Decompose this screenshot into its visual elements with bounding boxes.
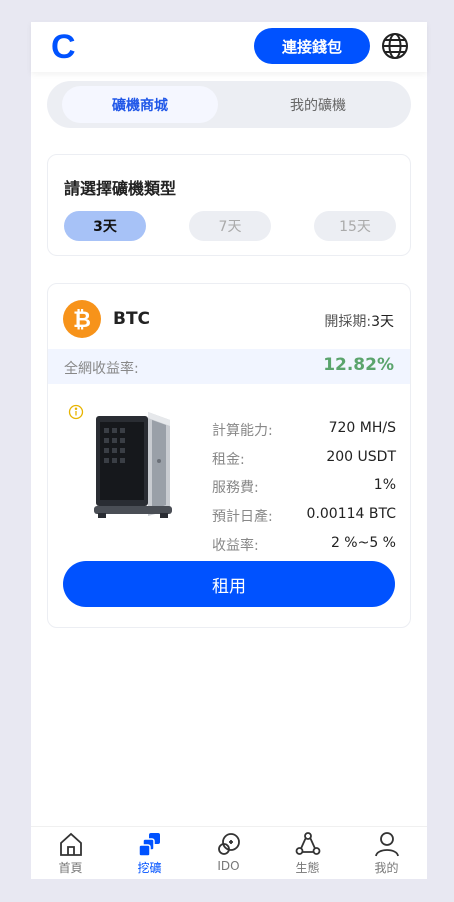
app-screen: C 連接錢包 礦機商城 我的礦機 請選擇礦機類型 3天 7天 15天 ₿ BTC… bbox=[31, 22, 427, 879]
svg-text:₿: ₿ bbox=[73, 308, 91, 333]
spec-daily-output: 預計日產: 0.00114 BTC bbox=[212, 506, 396, 525]
nav-home[interactable]: 首頁 bbox=[31, 827, 110, 880]
miner-type-card: 請選擇礦機類型 3天 7天 15天 bbox=[47, 154, 411, 256]
nav-ecosystem[interactable]: 生態 bbox=[268, 827, 347, 880]
option-3-days[interactable]: 3天 bbox=[64, 211, 146, 241]
ecosystem-icon bbox=[295, 832, 320, 855]
nav-home-label: 首頁 bbox=[58, 861, 83, 875]
spec-service-fee: 服務費: 1% bbox=[212, 477, 396, 496]
nav-mining[interactable]: 挖礦 bbox=[110, 827, 189, 880]
header: C 連接錢包 bbox=[31, 22, 427, 72]
logo-icon[interactable]: C bbox=[51, 30, 77, 62]
nav-profile[interactable]: 我的 bbox=[347, 827, 426, 880]
info-icon[interactable] bbox=[68, 404, 84, 420]
spec-rent: 租金: 200 USDT bbox=[212, 449, 396, 468]
home-icon bbox=[59, 832, 82, 856]
globe-icon[interactable] bbox=[381, 32, 409, 60]
bitcoin-icon: ₿ bbox=[63, 300, 101, 338]
nav-ido-label: IDO bbox=[217, 859, 240, 873]
product-card: ₿ BTC 開採期:3天 全網收益率: 12.82% 計算能力: 720 MH/… bbox=[47, 283, 411, 628]
yield-value: 12.82% bbox=[323, 355, 394, 375]
tab-my-miners[interactable]: 我的礦機 bbox=[240, 86, 396, 123]
user-icon bbox=[374, 832, 399, 857]
svg-text:C: C bbox=[51, 30, 76, 62]
nav-ido[interactable]: IDO bbox=[189, 827, 268, 880]
mining-rig-image bbox=[94, 412, 172, 518]
tab-bar: 礦機商城 我的礦機 bbox=[47, 81, 411, 128]
nav-mining-label: 挖礦 bbox=[137, 861, 162, 875]
option-15-days[interactable]: 15天 bbox=[314, 211, 396, 241]
yield-label: 全網收益率: bbox=[64, 361, 139, 377]
rent-button[interactable]: 租用 bbox=[63, 561, 395, 607]
option-7-days[interactable]: 7天 bbox=[189, 211, 271, 241]
tab-mining-mall[interactable]: 礦機商城 bbox=[62, 86, 218, 123]
connect-wallet-button[interactable]: 連接錢包 bbox=[254, 28, 370, 64]
ido-icon bbox=[217, 833, 240, 855]
nav-ecosystem-label: 生態 bbox=[295, 861, 320, 875]
mining-icon bbox=[137, 833, 160, 857]
bottom-nav: 首頁 挖礦 IDO 生態 我的 bbox=[31, 826, 427, 879]
spec-yield-rate: 收益率: 2 %~5 % bbox=[212, 535, 396, 554]
nav-profile-label: 我的 bbox=[374, 861, 399, 875]
mining-period: 開採期:3天 bbox=[324, 314, 394, 330]
miner-type-title: 請選擇礦機類型 bbox=[64, 179, 177, 198]
spec-hashrate: 計算能力: 720 MH/S bbox=[212, 420, 396, 439]
network-yield-row: 全網收益率: 12.82% bbox=[48, 349, 410, 384]
coin-name: BTC bbox=[113, 309, 151, 329]
